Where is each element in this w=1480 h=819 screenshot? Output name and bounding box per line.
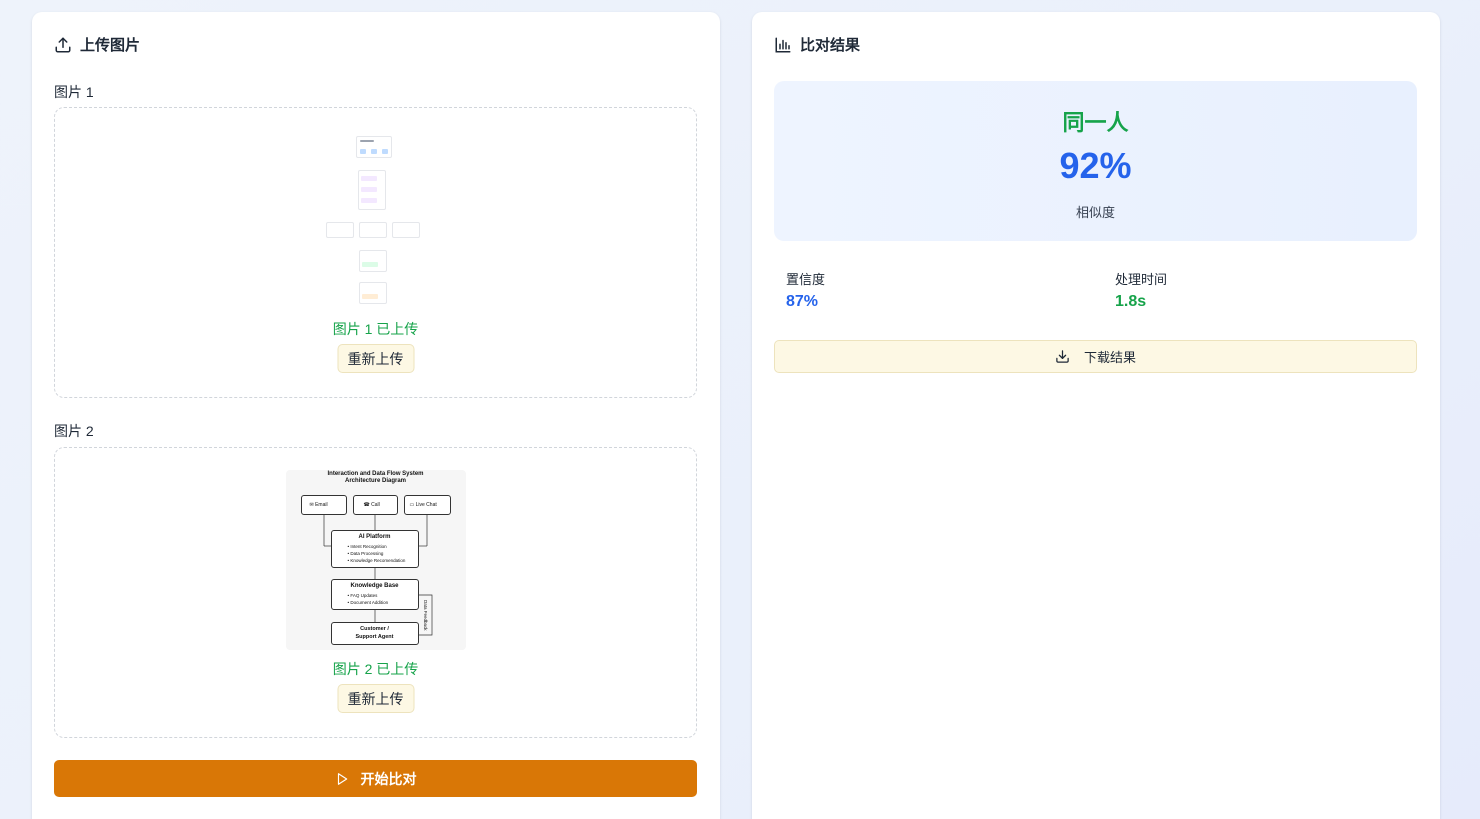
upload-panel: 上传图片 图片 1 图片 1 已上传 重新上传 图片 2 Interaction… xyxy=(32,12,720,819)
image1-drop-zone[interactable]: 图片 1 已上传 重新上传 xyxy=(54,107,697,398)
image2-drop-zone[interactable]: Interaction and Data Flow System Archite… xyxy=(54,447,697,738)
image2-reupload-button[interactable]: 重新上传 xyxy=(337,684,414,713)
play-icon xyxy=(337,772,347,785)
download-result-button[interactable]: 下载结果 xyxy=(774,340,1417,373)
download-icon xyxy=(1056,350,1069,363)
start-compare-label: 开始比对 xyxy=(360,770,417,787)
image1-status: 图片 1 已上传 xyxy=(332,321,419,337)
image2-preview: Interaction and Data Flow System Archite… xyxy=(285,470,466,650)
image2-status: 图片 2 已上传 xyxy=(332,661,419,677)
upload-panel-header: 上传图片 xyxy=(54,34,140,55)
start-compare-button[interactable]: 开始比对 xyxy=(54,760,697,797)
confidence-metric: 置信度 87% xyxy=(786,269,825,311)
similarity-label: 相似度 xyxy=(1075,205,1115,220)
result-panel-header: 比对结果 xyxy=(774,34,860,55)
download-result-label: 下载结果 xyxy=(1083,350,1136,365)
similarity-value: 92% xyxy=(1059,145,1132,186)
image1-reupload-button[interactable]: 重新上传 xyxy=(337,344,414,373)
diagram-connectors xyxy=(323,515,432,636)
bar-chart-icon xyxy=(775,37,791,52)
confidence-label: 置信度 xyxy=(786,272,826,287)
result-panel-title: 比对结果 xyxy=(800,37,861,54)
confidence-value: 87% xyxy=(786,293,819,310)
result-summary-box: 同一人 92% 相似度 xyxy=(774,81,1417,241)
image1-preview xyxy=(325,132,426,312)
processing-time-metric: 处理时间 1.8s xyxy=(1115,269,1167,311)
image2-label: 图片 2 xyxy=(54,423,94,439)
processing-time-label: 处理时间 xyxy=(1115,272,1168,287)
upload-panel-title: 上传图片 xyxy=(80,37,141,54)
processing-time-value: 1.8s xyxy=(1115,293,1147,310)
verdict-text: 同一人 xyxy=(1062,110,1129,135)
upload-icon xyxy=(55,37,71,52)
result-panel: 比对结果 同一人 92% 相似度 置信度 87% 处理时间 1.8s 下载结果 xyxy=(752,12,1440,819)
image1-label: 图片 1 xyxy=(54,84,94,100)
diagram-feedback-label: Data Feedback xyxy=(422,600,428,631)
